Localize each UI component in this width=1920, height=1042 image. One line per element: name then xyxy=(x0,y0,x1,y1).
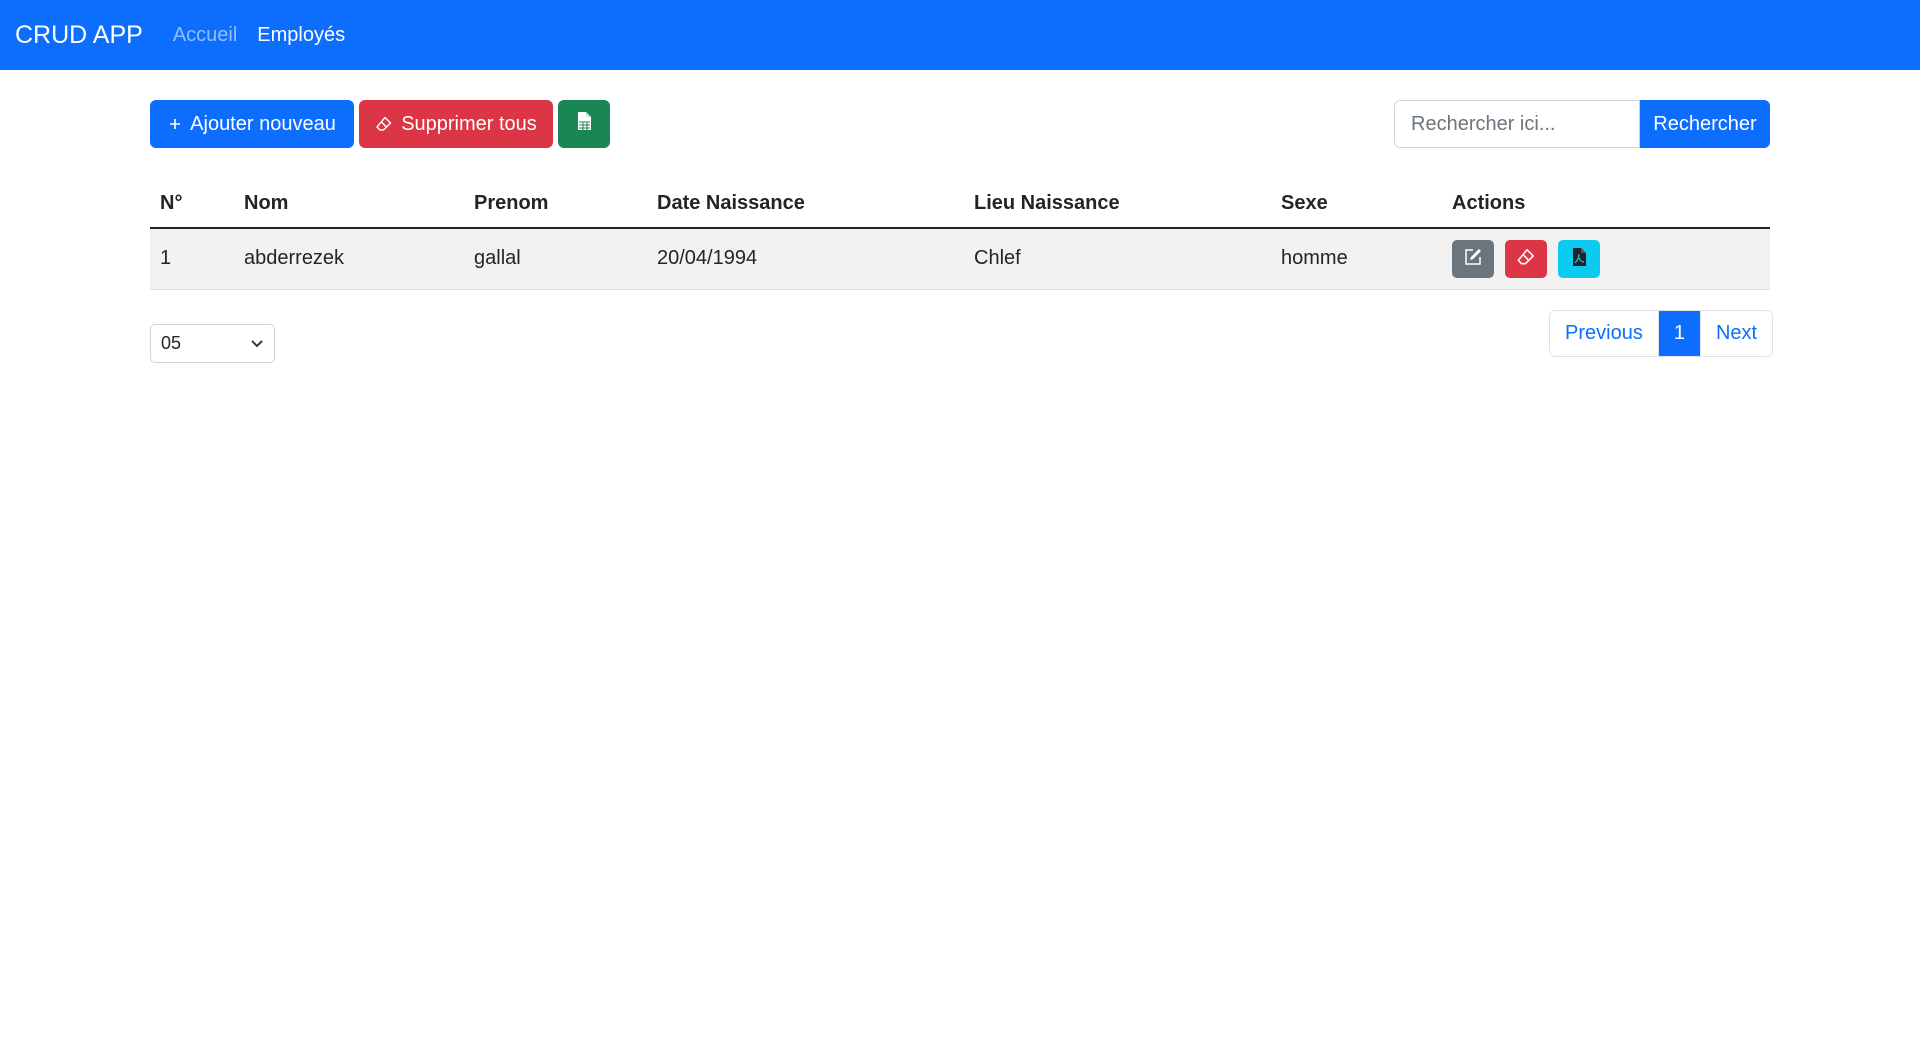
employees-table: N° Nom Prenom Date Naissance Lieu Naissa… xyxy=(150,180,1770,290)
plus-icon xyxy=(168,117,182,131)
header-sexe: Sexe xyxy=(1271,180,1442,228)
table-header-row: N° Nom Prenom Date Naissance Lieu Naissa… xyxy=(150,180,1770,228)
pagination-page-1[interactable]: 1 xyxy=(1658,311,1700,356)
header-n: N° xyxy=(150,180,234,228)
cell-lieu-naissance: Chlef xyxy=(964,228,1271,289)
edit-button[interactable] xyxy=(1452,240,1494,278)
add-new-button[interactable]: Ajouter nouveau xyxy=(150,100,354,148)
search-button[interactable]: Rechercher xyxy=(1640,100,1770,148)
file-pdf-icon xyxy=(1571,247,1587,270)
eraser-icon xyxy=(375,115,393,133)
file-spreadsheet-icon xyxy=(576,111,592,137)
page-size-value: 05 xyxy=(161,333,181,354)
pagination-next[interactable]: Next xyxy=(1700,311,1772,356)
pagination: Previous 1 Next xyxy=(1549,310,1773,357)
cell-date-naissance: 20/04/1994 xyxy=(647,228,964,289)
edit-icon xyxy=(1463,247,1483,270)
brand-link[interactable]: CRUD APP xyxy=(15,21,143,50)
search-input[interactable] xyxy=(1394,100,1640,148)
cell-prenom: gallal xyxy=(464,228,647,289)
chevron-down-icon xyxy=(250,333,264,354)
add-new-label: Ajouter nouveau xyxy=(190,113,336,136)
delete-all-button[interactable]: Supprimer tous xyxy=(359,100,553,148)
navbar: CRUD APP Accueil Employés xyxy=(0,0,1920,70)
page-size-select[interactable]: 05 xyxy=(150,324,275,363)
export-pdf-button[interactable] xyxy=(1558,240,1600,278)
header-date-naissance: Date Naissance xyxy=(647,180,964,228)
header-nom: Nom xyxy=(234,180,464,228)
nav-link-employes[interactable]: Employés xyxy=(257,24,345,47)
cell-n: 1 xyxy=(150,228,234,289)
header-prenom: Prenom xyxy=(464,180,647,228)
header-lieu-naissance: Lieu Naissance xyxy=(964,180,1271,228)
cell-sexe: homme xyxy=(1271,228,1442,289)
cell-nom: abderrezek xyxy=(234,228,464,289)
delete-button[interactable] xyxy=(1505,240,1547,278)
nav-link-accueil[interactable]: Accueil xyxy=(173,24,237,47)
pagination-previous[interactable]: Previous xyxy=(1550,311,1658,356)
export-excel-button[interactable] xyxy=(558,100,610,148)
delete-all-label: Supprimer tous xyxy=(401,113,537,136)
header-actions: Actions xyxy=(1442,180,1770,228)
cell-actions xyxy=(1442,228,1770,289)
eraser-icon xyxy=(1516,247,1536,270)
table-row: 1 abderrezek gallal 20/04/1994 Chlef hom… xyxy=(150,228,1770,289)
